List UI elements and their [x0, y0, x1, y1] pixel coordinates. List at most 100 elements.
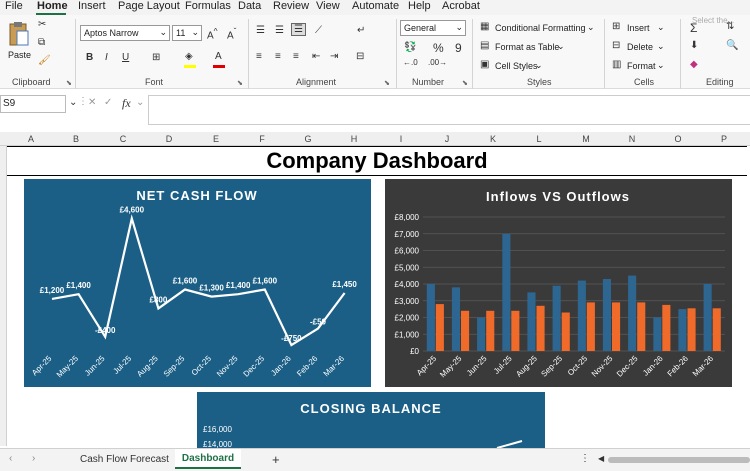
menu-home[interactable]: Home: [37, 0, 68, 12]
column-header[interactable]: G: [298, 134, 318, 144]
function-icon[interactable]: fx: [122, 96, 131, 111]
bar-inflow: [477, 317, 486, 351]
chevron-left-icon[interactable]: ‹: [9, 453, 12, 464]
clear-icon[interactable]: ◆: [690, 59, 698, 70]
clipboard-launcher-icon[interactable]: ⬊: [66, 79, 72, 87]
orientation-icon[interactable]: ⟋: [315, 25, 322, 36]
column-header[interactable]: N: [622, 134, 642, 144]
decrease-font-icon[interactable]: Aˇ: [227, 26, 236, 41]
format-cells-icon: ▥: [612, 59, 622, 70]
paste-button[interactable]: Paste: [6, 21, 32, 61]
formula-input[interactable]: [148, 95, 750, 125]
column-header[interactable]: B: [66, 134, 86, 144]
chart-title: Inflows VS Outflows: [486, 189, 630, 204]
data-label: -£50: [310, 318, 327, 327]
chevron-right-icon[interactable]: ›: [32, 453, 35, 464]
sheet-tab-cash-flow-forecast[interactable]: Cash Flow Forecast: [80, 454, 169, 465]
name-box[interactable]: S9: [0, 95, 66, 113]
cancel-icon[interactable]: ✕: [88, 97, 96, 108]
increase-font-icon[interactable]: A^: [207, 26, 218, 41]
increase-indent-icon[interactable]: ⇥: [330, 51, 338, 62]
borders-icon[interactable]: ⊞: [152, 52, 160, 63]
tick-label: £0: [410, 347, 419, 356]
conditional-formatting-button[interactable]: Conditional Formatting: [495, 23, 586, 33]
decrease-indent-icon[interactable]: ⇤: [312, 51, 320, 62]
menu-insert[interactable]: Insert: [78, 0, 106, 12]
menu-automate[interactable]: Automate: [352, 0, 399, 12]
select-hint: Select the...: [692, 16, 735, 25]
add-sheet-icon[interactable]: +: [272, 452, 280, 467]
column-header[interactable]: O: [668, 134, 688, 144]
decrease-decimal-icon[interactable]: .00→: [428, 58, 447, 67]
delete-cells-button[interactable]: Delete: [627, 42, 653, 52]
bold-icon[interactable]: B: [86, 52, 93, 63]
fill-color-icon[interactable]: ◈: [185, 51, 193, 62]
enter-icon[interactable]: ✓: [104, 97, 112, 108]
menu-formulas[interactable]: Formulas: [185, 0, 231, 12]
chevron-down-icon[interactable]: ⌄: [69, 97, 77, 108]
menu-page-layout[interactable]: Page Layout: [118, 0, 180, 12]
align-left-icon[interactable]: ≡: [256, 51, 262, 62]
number-format-select[interactable]: General ⌄: [400, 20, 466, 36]
align-bottom-icon[interactable]: ☰: [291, 23, 306, 36]
align-middle-icon[interactable]: ☰: [275, 25, 284, 36]
worksheet[interactable]: Company Dashboard NET CASH FLOW £1,200 Ap…: [7, 146, 750, 448]
more-options-icon: ⋮: [78, 96, 88, 107]
column-header[interactable]: D: [159, 134, 179, 144]
separator: [396, 19, 397, 89]
bar-inflow: [552, 285, 561, 351]
copy-icon[interactable]: ⧉: [38, 37, 45, 48]
column-header[interactable]: J: [437, 134, 457, 144]
column-header[interactable]: F: [252, 134, 272, 144]
menu-data[interactable]: Data: [238, 0, 261, 12]
underline-icon[interactable]: U: [122, 52, 129, 63]
column-header[interactable]: L: [529, 134, 549, 144]
chevron-down-icon: ⌄: [657, 22, 665, 32]
insert-cells-button[interactable]: Insert: [627, 23, 650, 33]
font-name-select[interactable]: Aptos Narrow ⌄: [80, 25, 170, 41]
horizontal-scrollbar[interactable]: [608, 457, 750, 463]
menu-file[interactable]: File: [5, 0, 23, 12]
closing-balance-chart[interactable]: CLOSING BALANCE £16,000 £14,000: [197, 392, 545, 448]
wrap-text-icon[interactable]: ↵: [357, 25, 365, 36]
alignment-launcher-icon[interactable]: ⬊: [384, 79, 390, 87]
net-cash-flow-chart[interactable]: NET CASH FLOW £1,200Apr-25£1,400May-25-£…: [24, 179, 371, 387]
font-color-icon[interactable]: A: [215, 51, 222, 62]
row-headers[interactable]: [0, 146, 7, 446]
column-header[interactable]: H: [344, 134, 364, 144]
fill-icon[interactable]: ⬇: [690, 40, 698, 51]
sheet-tab-dashboard[interactable]: Dashboard: [175, 449, 241, 469]
column-header[interactable]: A: [21, 134, 41, 144]
format-cells-button[interactable]: Format: [627, 61, 656, 71]
menu-help[interactable]: Help: [408, 0, 431, 12]
increase-decimal-icon[interactable]: ←.0: [403, 58, 418, 67]
accounting-format-icon[interactable]: 💱: [404, 42, 416, 53]
number-launcher-icon[interactable]: ⬊: [462, 79, 468, 87]
menu-acrobat[interactable]: Acrobat: [442, 0, 480, 12]
cut-icon[interactable]: ✂: [38, 19, 46, 30]
find-select-icon[interactable]: 🔍: [726, 40, 738, 51]
scroll-left-icon[interactable]: ◀: [598, 454, 604, 463]
align-top-icon[interactable]: ☰: [256, 25, 265, 36]
column-header[interactable]: P: [714, 134, 734, 144]
merge-center-icon[interactable]: ⊟: [356, 51, 364, 62]
italic-icon[interactable]: I: [105, 52, 108, 63]
percent-icon[interactable]: %: [433, 41, 444, 55]
column-header[interactable]: M: [576, 134, 596, 144]
format-painter-icon[interactable]: 🖌: [38, 55, 51, 66]
menu-view[interactable]: View: [316, 0, 340, 12]
more-options-icon[interactable]: ⋮: [580, 453, 590, 464]
font-size-select[interactable]: 11 ⌄: [172, 25, 202, 41]
inflows-outflows-chart[interactable]: Inflows VS Outflows £0 £1,000 £2,000 £3,000…: [385, 179, 732, 387]
column-header[interactable]: C: [113, 134, 133, 144]
menu-review[interactable]: Review: [273, 0, 309, 12]
cell-styles-button[interactable]: Cell Styles: [495, 61, 538, 71]
column-header[interactable]: K: [483, 134, 503, 144]
align-right-icon[interactable]: ≡: [293, 51, 299, 62]
column-header[interactable]: I: [391, 134, 411, 144]
comma-style-icon[interactable]: 9: [455, 41, 462, 55]
align-center-icon[interactable]: ≡: [275, 51, 281, 62]
column-header[interactable]: E: [206, 134, 226, 144]
font-launcher-icon[interactable]: ⬊: [237, 79, 243, 87]
format-as-table-button[interactable]: Format as Table: [495, 42, 559, 52]
